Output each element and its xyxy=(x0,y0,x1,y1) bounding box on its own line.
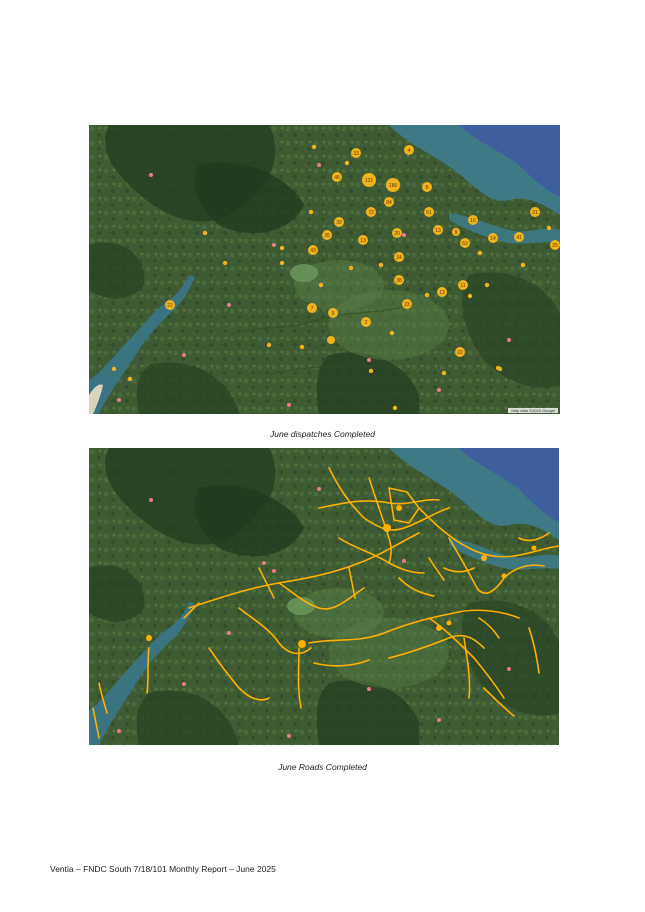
svg-text:22: 22 xyxy=(457,350,463,356)
svg-text:43: 43 xyxy=(310,248,316,254)
map-attribution: Map data ©2025 Google xyxy=(508,408,558,413)
marker-cluster[interactable]: 13 xyxy=(433,225,443,235)
marker-cluster[interactable]: 22 xyxy=(165,300,175,310)
marker-cluster[interactable]: 14 xyxy=(488,233,498,243)
marker-cluster[interactable]: 9 xyxy=(452,228,460,236)
dispatches-caption: June dispatches Completed xyxy=(270,429,375,439)
page-footer: Ventia – FNDC South 7/18/101 Monthly Rep… xyxy=(50,864,276,874)
svg-text:14: 14 xyxy=(490,236,496,242)
marker-cluster[interactable] xyxy=(327,336,335,344)
marker-cluster[interactable]: 72 xyxy=(366,207,376,217)
svg-text:13: 13 xyxy=(435,228,441,234)
marker-cluster[interactable]: 11 xyxy=(458,280,468,290)
svg-text:9: 9 xyxy=(332,311,335,317)
svg-text:38: 38 xyxy=(396,278,402,284)
marker-cluster[interactable]: 41 xyxy=(514,232,524,242)
svg-text:22: 22 xyxy=(167,303,173,309)
svg-text:13: 13 xyxy=(439,290,445,296)
dispatches-map-image: 4 33 46 121 186 84 8 72 39 35 13 51 13 2… xyxy=(89,125,560,414)
marker-cluster[interactable]: 13 xyxy=(358,235,368,245)
marker-cluster[interactable]: 186 xyxy=(386,178,400,192)
svg-text:186: 186 xyxy=(389,183,398,189)
svg-text:13: 13 xyxy=(360,238,366,244)
svg-text:9: 9 xyxy=(455,230,458,236)
marker-cluster[interactable]: 39 xyxy=(334,217,344,227)
marker-cluster[interactable]: 20 xyxy=(392,228,402,238)
svg-text:25: 25 xyxy=(552,243,558,249)
marker-cluster[interactable]: 43 xyxy=(308,245,318,255)
svg-text:23: 23 xyxy=(404,302,410,308)
roads-map[interactable] xyxy=(89,448,559,745)
svg-text:39: 39 xyxy=(336,220,342,226)
svg-text:4: 4 xyxy=(408,148,411,154)
marker-cluster[interactable]: 2 xyxy=(361,317,371,327)
svg-text:84: 84 xyxy=(386,200,392,206)
svg-text:41: 41 xyxy=(516,235,522,241)
svg-text:33: 33 xyxy=(353,151,359,157)
marker-cluster[interactable]: 33 xyxy=(351,148,361,158)
svg-text:7: 7 xyxy=(311,306,314,312)
marker-cluster[interactable]: 84 xyxy=(384,197,394,207)
marker-cluster[interactable]: 38 xyxy=(394,275,404,285)
roads-caption: June Roads Completed xyxy=(278,762,367,772)
svg-text:2: 2 xyxy=(365,320,368,326)
svg-text:8: 8 xyxy=(426,185,429,191)
marker-cluster[interactable]: 46 xyxy=(332,172,342,182)
svg-text:21: 21 xyxy=(532,210,538,216)
marker-cluster[interactable]: 9 xyxy=(328,308,338,318)
svg-text:121: 121 xyxy=(365,178,374,184)
marker-cluster[interactable]: 7 xyxy=(307,303,317,313)
marker-cluster[interactable]: 25 xyxy=(550,240,560,250)
marker-cluster[interactable]: 13 xyxy=(437,287,447,297)
svg-text:16: 16 xyxy=(470,218,476,224)
svg-text:46: 46 xyxy=(334,175,340,181)
svg-text:51: 51 xyxy=(426,210,432,216)
marker-cluster[interactable]: 35 xyxy=(322,230,332,240)
marker-cluster[interactable]: 4 xyxy=(404,145,414,155)
roads-map-image xyxy=(89,448,559,745)
marker-cluster[interactable]: 23 xyxy=(402,299,412,309)
marker-cluster[interactable]: 63 xyxy=(460,238,470,248)
marker-cluster[interactable]: 22 xyxy=(455,347,465,357)
svg-text:35: 35 xyxy=(324,233,330,239)
svg-text:34: 34 xyxy=(396,255,402,261)
marker-cluster[interactable]: 16 xyxy=(468,215,478,225)
marker-cluster[interactable]: 21 xyxy=(530,207,540,217)
marker-cluster[interactable]: 121 xyxy=(362,173,376,187)
dispatches-map[interactable]: 4 33 46 121 186 84 8 72 39 35 13 51 13 2… xyxy=(89,125,560,414)
svg-text:11: 11 xyxy=(460,283,465,289)
marker-cluster[interactable]: 8 xyxy=(422,182,432,192)
svg-text:72: 72 xyxy=(368,210,374,216)
svg-text:20: 20 xyxy=(394,231,400,237)
marker-cluster[interactable]: 51 xyxy=(424,207,434,217)
marker-cluster[interactable]: 34 xyxy=(394,252,404,262)
svg-text:63: 63 xyxy=(462,241,468,247)
